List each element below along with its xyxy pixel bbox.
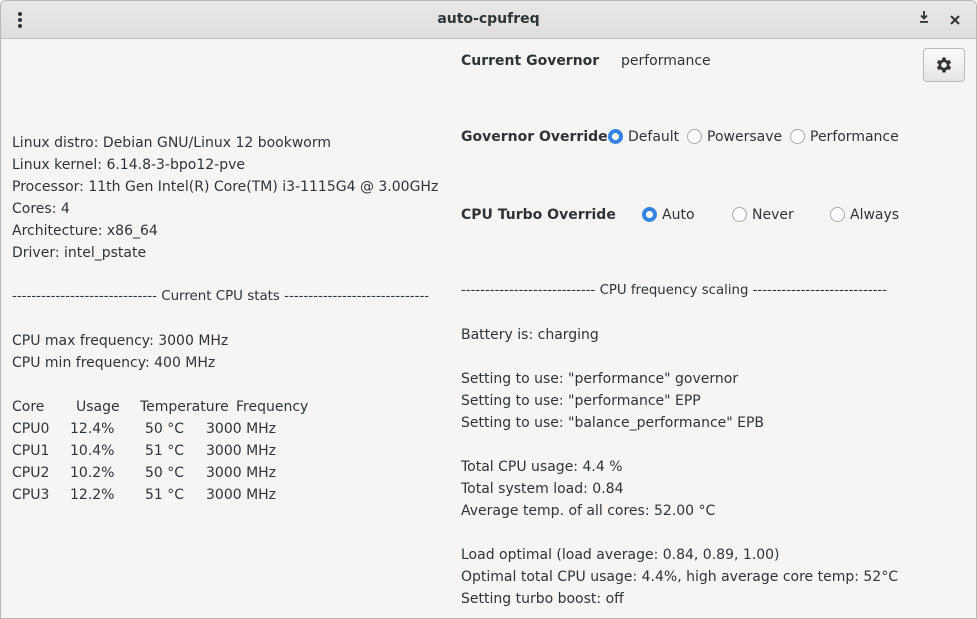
- close-icon: [950, 15, 960, 25]
- radio-turbo-always[interactable]: [830, 207, 845, 222]
- usage-cell: 12.4%: [70, 421, 115, 437]
- driver-text: Driver: intel_pstate: [12, 245, 147, 261]
- temperature-cell: 50 °C: [145, 421, 185, 437]
- processor-text: Processor: 11th Gen Intel(R) Core(TM) i3…: [12, 179, 439, 195]
- turbo-override-label: CPU Turbo Override: [461, 207, 616, 223]
- radio-governor-performance[interactable]: [790, 129, 805, 144]
- radio-governor-default[interactable]: [608, 129, 623, 144]
- radio-turbo-auto[interactable]: [642, 207, 657, 222]
- cpu-stats-header: ------------------------------ Current C…: [12, 289, 430, 304]
- frequency-cell: 3000 MHz: [206, 421, 277, 437]
- radio-label-powersave[interactable]: Powersave: [707, 128, 782, 146]
- usage-cell: 10.4%: [70, 443, 115, 459]
- distro-text: Linux distro: Debian GNU/Linux 12 bookwo…: [12, 135, 331, 151]
- radio-label-performance[interactable]: Performance: [810, 128, 899, 146]
- architecture-text: Architecture: x86_64: [12, 223, 158, 239]
- total-cpu-usage-text: Total CPU usage: 4.4 %: [461, 459, 623, 475]
- radio-label-default[interactable]: Default: [628, 128, 679, 146]
- governor-setting-text: Setting to use: "performance" governor: [461, 371, 739, 387]
- max-frequency-text: CPU max frequency: 3000 MHz: [12, 333, 229, 349]
- title-bar: auto-cpufreq: [1, 1, 976, 39]
- epb-setting-text: Setting to use: "balance_performance" EP…: [461, 415, 765, 431]
- temperature-cell: 50 °C: [145, 465, 185, 481]
- download-icon: [920, 11, 928, 23]
- kernel-text: Linux kernel: 6.14.8-3-bpo12-pve: [12, 157, 245, 173]
- frequency-scaling-header: ---------------------------- CPU frequen…: [461, 283, 887, 298]
- radio-governor-powersave[interactable]: [687, 129, 702, 144]
- radio-turbo-never[interactable]: [732, 207, 747, 222]
- cores-text: Cores: 4: [12, 201, 70, 217]
- radio-label-never[interactable]: Never: [752, 206, 794, 224]
- load-optimal-text: Load optimal (load average: 0.84, 0.89, …: [461, 547, 780, 563]
- core-cell: CPU2: [12, 465, 50, 481]
- frequency-cell: 3000 MHz: [206, 443, 277, 459]
- governor-override-label: Governor Override: [461, 129, 608, 145]
- close-button[interactable]: [944, 9, 966, 31]
- settings-button[interactable]: [923, 48, 965, 82]
- system-load-text: Total system load: 0.84: [461, 481, 624, 497]
- column-header-temperature: Temperature: [140, 399, 229, 415]
- frequency-cell: 3000 MHz: [206, 487, 277, 503]
- column-header-usage: Usage: [76, 399, 120, 415]
- app-window: auto-cpufreq Linux distro: Debian GNU/Li…: [0, 0, 977, 619]
- frequency-cell: 3000 MHz: [206, 465, 277, 481]
- column-header-core: Core: [12, 399, 45, 415]
- current-governor-value: performance: [621, 53, 711, 69]
- radio-label-always[interactable]: Always: [850, 206, 899, 224]
- min-frequency-text: CPU min frequency: 400 MHz: [12, 355, 216, 371]
- column-header-frequency: Frequency: [236, 399, 309, 415]
- usage-cell: 12.2%: [70, 487, 115, 503]
- battery-status-text: Battery is: charging: [461, 327, 599, 343]
- optimal-usage-text: Optimal total CPU usage: 4.4%, high aver…: [461, 569, 898, 585]
- average-temp-text: Average temp. of all cores: 52.00 °C: [461, 503, 716, 519]
- core-cell: CPU1: [12, 443, 50, 459]
- temperature-cell: 51 °C: [145, 487, 185, 503]
- window-title: auto-cpufreq: [437, 11, 540, 27]
- core-cell: CPU0: [12, 421, 50, 437]
- core-cell: CPU3: [12, 487, 50, 503]
- gear-icon: [936, 57, 952, 73]
- radio-label-auto[interactable]: Auto: [662, 206, 695, 224]
- current-governor-label: Current Governor: [461, 53, 600, 69]
- turbo-boost-text: Setting turbo boost: off: [461, 591, 624, 607]
- download-button[interactable]: [913, 9, 935, 31]
- temperature-cell: 51 °C: [145, 443, 185, 459]
- epp-setting-text: Setting to use: "performance" EPP: [461, 393, 701, 409]
- usage-cell: 10.2%: [70, 465, 115, 481]
